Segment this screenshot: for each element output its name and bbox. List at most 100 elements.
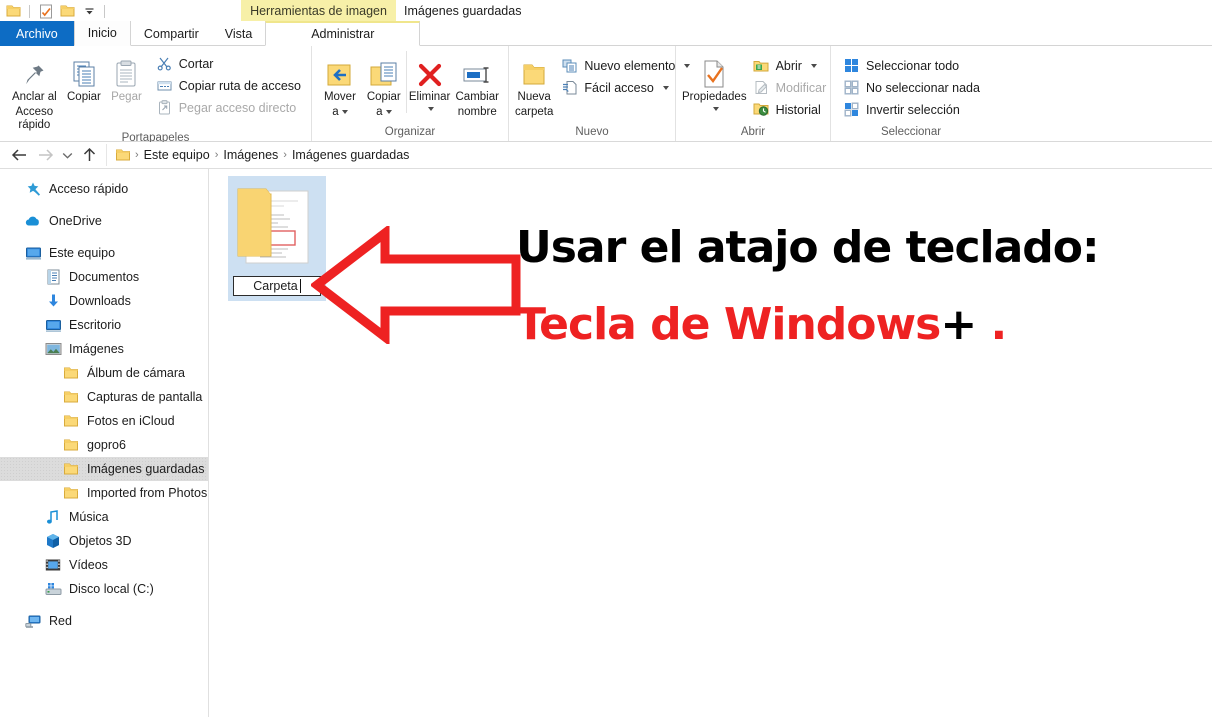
breadcrumb-item-imagenes[interactable]: Imágenes [219, 148, 282, 162]
tab-vista[interactable]: Vista [212, 21, 266, 46]
ribbon-button-historial[interactable]: Historial [749, 99, 831, 120]
sidebar-item-label-acceso-rapido: Acceso rápido [49, 182, 129, 196]
toolbar-divider-2 [104, 4, 105, 18]
sidebar-item-gopro6[interactable]: gopro6 [0, 433, 208, 457]
sidebar-item-fotos-en-icloud[interactable]: Fotos en iCloud [0, 409, 208, 433]
ribbon-group-label-seleccionar: Seleccionar [880, 126, 942, 138]
ribbon: Anclar al Acceso rápido Copiar Pegar Cor… [0, 46, 1212, 144]
annotation-line-2-part2: . [990, 299, 1008, 350]
ribbon-button-copiar[interactable]: Copiar [63, 51, 106, 104]
sidebar-item-disco-local-c[interactable]: Disco local (C:) [0, 577, 208, 601]
quick-access-toolbar [0, 0, 107, 22]
sidebar-item-album-de-camara[interactable]: Álbum de cámara [0, 361, 208, 385]
sidebar-item-imagenes-guardadas[interactable]: Imágenes guardadas [0, 457, 208, 481]
sidebar-item-label-imagenes: Imágenes [69, 342, 124, 356]
ribbon-button-anclar-acceso-rapido[interactable]: Anclar al Acceso rápido [6, 51, 63, 132]
chevron-down-icon[interactable] [81, 3, 97, 20]
sidebar-item-label-musica: Música [69, 510, 109, 524]
sidebar-item-imported-from-photos[interactable]: Imported from Photos Com [0, 481, 208, 505]
tab-administrar[interactable]: Administrar [265, 21, 421, 46]
documents-icon [44, 268, 62, 286]
new-item-icon [561, 57, 578, 74]
ribbon-button-pegar-acceso-directo[interactable]: Pegar acceso directo [152, 97, 305, 118]
annotation-plus-symbol: + [940, 299, 977, 350]
tab-archivo[interactable]: Archivo [0, 21, 74, 46]
sidebar-item-objetos-3d[interactable]: Objetos 3D [0, 529, 208, 553]
ribbon-button-copiar-a[interactable]: Copiar a [362, 51, 406, 119]
sidebar-item-escritorio[interactable]: Escritorio [0, 313, 208, 337]
ribbon-button-pegar[interactable]: Pegar [105, 51, 148, 104]
ribbon-group-abrir: Propiedades Abrir Modificar Historial Ab… [675, 46, 830, 141]
delete-icon [416, 55, 444, 89]
annotation-line-2-part1: Tecla de Windows [516, 299, 941, 350]
ribbon-button-eliminar[interactable]: Eliminar [405, 51, 453, 113]
sidebar-item-imagenes[interactable]: Imágenes [0, 337, 208, 361]
ribbon-tab-strip: Archivo Inicio Compartir Vista Administr… [0, 21, 1212, 46]
chevron-down-icon[interactable] [341, 109, 348, 114]
forward-button[interactable] [32, 142, 58, 168]
ribbon-button-cortar[interactable]: Cortar [152, 53, 305, 74]
select-none-icon [843, 79, 860, 96]
sidebar-item-red[interactable]: Red [0, 609, 208, 633]
videos-icon [44, 556, 62, 574]
sidebar-item-acceso-rapido[interactable]: Acceso rápido [0, 177, 208, 201]
folder-icon [62, 388, 80, 406]
annotation-line-2: Tecla de Windows+ . [516, 299, 1008, 350]
sidebar-item-capturas-de-pantalla[interactable]: Capturas de pantalla [0, 385, 208, 409]
sidebar-item-label-videos: Vídeos [69, 558, 108, 572]
sidebar-item-onedrive[interactable]: OneDrive [0, 209, 208, 233]
ribbon-button-nueva-carpeta[interactable]: Nueva carpeta [515, 51, 553, 119]
sidebar-item-este-equipo[interactable]: Este equipo [0, 241, 208, 265]
ribbon-button-mover-a[interactable]: Mover a [318, 51, 362, 119]
ribbon-button-no-seleccionar-nada[interactable]: No seleccionar nada [839, 77, 984, 98]
breadcrumb-item-este-equipo[interactable]: Este equipo [140, 148, 214, 162]
ribbon-button-abrir[interactable]: Abrir [749, 55, 831, 76]
sidebar-item-videos[interactable]: Vídeos [0, 553, 208, 577]
chevron-down-icon[interactable] [385, 109, 392, 114]
breadcrumb[interactable]: › Este equipo › Imágenes › Imágenes guar… [106, 144, 1206, 166]
folder-icon [62, 436, 80, 454]
chevron-down-icon[interactable] [428, 106, 435, 111]
ribbon-button-seleccionar-todo[interactable]: Seleccionar todo [839, 55, 984, 76]
ribbon-button-modificar[interactable]: Modificar [749, 77, 831, 98]
sidebar-item-downloads[interactable]: Downloads [0, 289, 208, 313]
sidebar-item-label-fotos-en-icloud: Fotos en iCloud [87, 414, 175, 428]
sidebar-item-label-objetos-3d: Objetos 3D [69, 534, 132, 548]
sidebar-item-label-imagenes-guardadas: Imágenes guardadas [87, 462, 205, 476]
sidebar-item-documentos[interactable]: Documentos [0, 265, 208, 289]
paste-icon [113, 55, 139, 89]
tab-inicio[interactable]: Inicio [73, 21, 131, 46]
chevron-down-icon[interactable] [662, 85, 669, 90]
navigation-pane[interactable]: Acceso rápido OneDrive Este equipo Docum… [0, 169, 209, 717]
properties-icon[interactable] [37, 3, 54, 20]
ribbon-button-cambiar-nombre[interactable]: Cambiar nombre [453, 51, 502, 119]
back-button[interactable] [6, 142, 32, 168]
computer-icon [24, 244, 42, 262]
copy-path-icon [156, 77, 173, 94]
new-folder-icon[interactable] [59, 3, 76, 20]
sidebar-item-label-album-de-camara: Álbum de cámara [87, 366, 185, 380]
tab-compartir[interactable]: Compartir [131, 21, 212, 46]
chevron-down-icon[interactable] [712, 106, 719, 111]
recent-locations-button[interactable] [58, 142, 76, 168]
up-button[interactable] [76, 142, 102, 168]
ribbon-button-label-cortar: Cortar [178, 56, 214, 71]
ribbon-button-label-anclar-1: Anclar al [11, 91, 57, 103]
rename-input[interactable]: Carpeta [233, 276, 321, 296]
sidebar-item-musica[interactable]: Música [0, 505, 208, 529]
ribbon-button-label-cambiar-1: Cambiar [455, 91, 499, 103]
ribbon-button-label-eliminar: Eliminar [408, 91, 451, 103]
music-icon [44, 508, 62, 526]
ribbon-button-label-nueva-carpeta-2: carpeta [515, 106, 554, 118]
breadcrumb-item-imagenes-guardadas[interactable]: Imágenes guardadas [288, 148, 413, 162]
breadcrumb-folder-icon[interactable] [112, 148, 134, 162]
chevron-down-icon[interactable] [810, 63, 817, 68]
annotation-line-1: Usar el atajo de teclado: [516, 222, 1100, 273]
ribbon-button-propiedades[interactable]: Propiedades [682, 51, 747, 113]
ribbon-button-nuevo-elemento[interactable]: Nuevo elemento [557, 55, 694, 76]
folder-icon[interactable] [5, 3, 22, 20]
ribbon-button-facil-acceso[interactable]: Fácil acceso [557, 77, 694, 98]
ribbon-button-invertir-seleccion[interactable]: Invertir selección [839, 99, 984, 120]
ribbon-button-copiar-ruta[interactable]: Copiar ruta de acceso [152, 75, 305, 96]
